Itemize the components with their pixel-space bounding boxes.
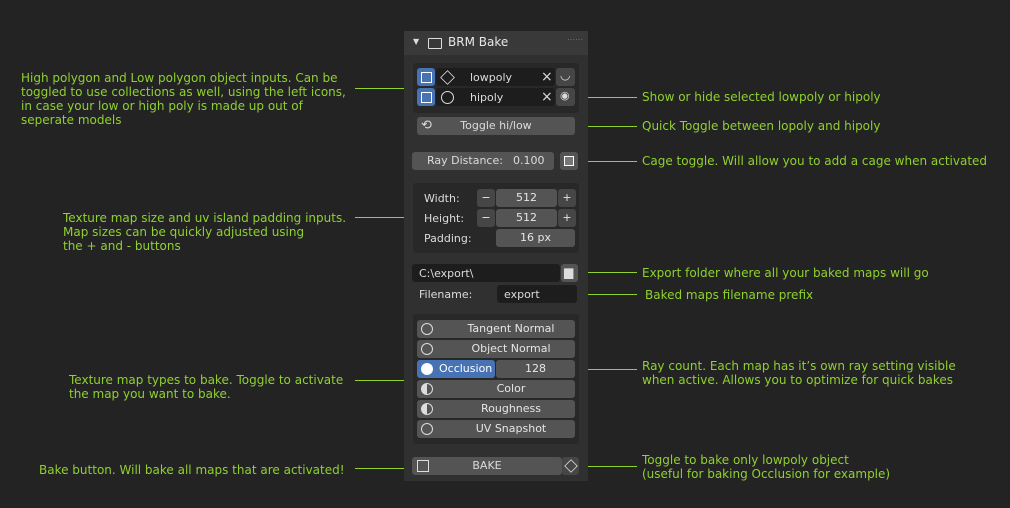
eye-icon: ◉: [560, 89, 570, 102]
width-decrement-button[interactable]: −: [477, 189, 495, 207]
height-value[interactable]: 512: [496, 209, 557, 227]
map-roughness-toggle[interactable]: Roughness: [417, 400, 575, 418]
lowpoly-collection-toggle[interactable]: [417, 68, 435, 86]
collection-icon: [421, 92, 432, 103]
eye-closed-icon: ◡: [560, 68, 571, 82]
color-map-icon: [421, 383, 433, 395]
lowpoly-only-toggle[interactable]: [562, 457, 579, 475]
map-label: UV Snapshot: [475, 422, 547, 435]
map-label: Color: [496, 382, 526, 395]
occlusion-icon: [421, 363, 433, 375]
annotation-map-types: Texture map types to bake. Toggle to act…: [69, 373, 344, 401]
annotation-line: [580, 161, 637, 162]
annotation-bake-button: Bake button. Will bake all maps that are…: [39, 463, 345, 477]
annotation-export-folder: Export folder where all your baked maps …: [642, 266, 929, 280]
lowpoly-value: lowpoly: [470, 71, 513, 84]
height-decrement-button[interactable]: −: [477, 209, 495, 227]
map-color-toggle[interactable]: Color: [417, 380, 575, 398]
map-uv-snapshot-toggle[interactable]: UV Snapshot: [417, 420, 575, 438]
annotation-line: [355, 380, 410, 381]
clear-hipoly-icon[interactable]: ×: [541, 89, 553, 105]
annotation-show-hide: Show or hide selected lowpoly or hipoly: [642, 90, 881, 104]
panel-title: BRM Bake: [448, 35, 509, 49]
hipoly-value: hipoly: [470, 91, 504, 104]
export-folder-value: C:\export\: [419, 267, 474, 280]
folder-icon: ▆: [564, 265, 574, 279]
annotation-line: [580, 272, 637, 273]
annotation-line: [355, 88, 410, 89]
mesh-icon: [564, 459, 578, 473]
map-label: Tangent Normal: [467, 322, 555, 335]
collection-icon: [421, 72, 432, 83]
occlusion-ray-count-field[interactable]: 128: [496, 360, 575, 378]
annotation-line: [580, 466, 637, 467]
hipoly-visibility-toggle[interactable]: ◉: [556, 88, 575, 106]
normal-map-icon: [421, 343, 433, 355]
annotation-cage: Cage toggle. Will allow you to add a cag…: [642, 154, 988, 168]
cage-toggle[interactable]: [560, 152, 578, 170]
uv-grid-icon: [421, 423, 433, 435]
padding-label: Padding:: [424, 232, 472, 245]
width-label: Width:: [424, 192, 460, 205]
width-increment-button[interactable]: +: [558, 189, 576, 207]
bake-label: BAKE: [472, 459, 502, 472]
annotation-prefix: Baked maps filename prefix: [645, 288, 814, 302]
normal-map-icon: [421, 323, 433, 335]
brm-bake-panel: ▼ BRM Bake ⋯⋯ lowpoly × ◡ hipoly × ◉ ⟲ T…: [404, 31, 588, 481]
filename-label: Filename:: [419, 288, 473, 301]
hipoly-collection-toggle[interactable]: [417, 88, 435, 106]
lowpoly-visibility-toggle[interactable]: ◡: [556, 68, 575, 86]
annotation-hilo-inputs: High polygon and Low polygon object inpu…: [21, 71, 346, 127]
height-increment-button[interactable]: +: [558, 209, 576, 227]
annotation-ray-count: Ray count. Each map has it’s own ray set…: [642, 359, 956, 387]
map-label: Roughness: [480, 402, 541, 415]
browse-folder-button[interactable]: ▆: [561, 264, 578, 282]
object-origin-icon: [441, 91, 454, 104]
padding-value[interactable]: 16 px: [496, 229, 575, 247]
annotation-texture-size: Texture map size and uv island padding i…: [63, 211, 347, 253]
bake-button[interactable]: BAKE: [412, 457, 562, 475]
camera-icon: [428, 38, 442, 49]
panel-header[interactable]: ▼ BRM Bake ⋯⋯: [404, 31, 588, 55]
clear-lowpoly-icon[interactable]: ×: [541, 69, 553, 85]
width-value[interactable]: 512: [496, 189, 557, 207]
ray-distance-label: Ray Distance:: [427, 154, 503, 167]
height-label: Height:: [424, 212, 465, 225]
toggle-hilo-button[interactable]: ⟲ Toggle hi/low: [417, 117, 575, 135]
toggle-hilo-label: Toggle hi/low: [460, 119, 532, 132]
map-occlusion-toggle[interactable]: Occlusion: [417, 360, 495, 378]
map-label: Object Normal: [471, 342, 551, 355]
ray-distance-field[interactable]: Ray Distance: 0.100: [412, 152, 554, 170]
map-label: Occlusion: [439, 362, 493, 375]
roughness-map-icon: [421, 403, 433, 415]
annotation-line: [580, 294, 637, 295]
annotation-line: [355, 217, 410, 218]
cage-icon: [564, 156, 574, 166]
drag-handle-icon[interactable]: ⋯⋯: [567, 35, 583, 44]
map-tangent-normal-toggle[interactable]: Tangent Normal: [417, 320, 575, 338]
filename-value: export: [504, 288, 540, 301]
annotation-quick-toggle: Quick Toggle between lopoly and hipoly: [642, 119, 881, 133]
collapse-arrow-icon[interactable]: ▼: [413, 37, 419, 46]
ray-distance-value: 0.100: [513, 154, 545, 167]
map-object-normal-toggle[interactable]: Object Normal: [417, 340, 575, 358]
annotation-lowpoly-only: Toggle to bake only lowpoly object (usef…: [642, 453, 891, 481]
